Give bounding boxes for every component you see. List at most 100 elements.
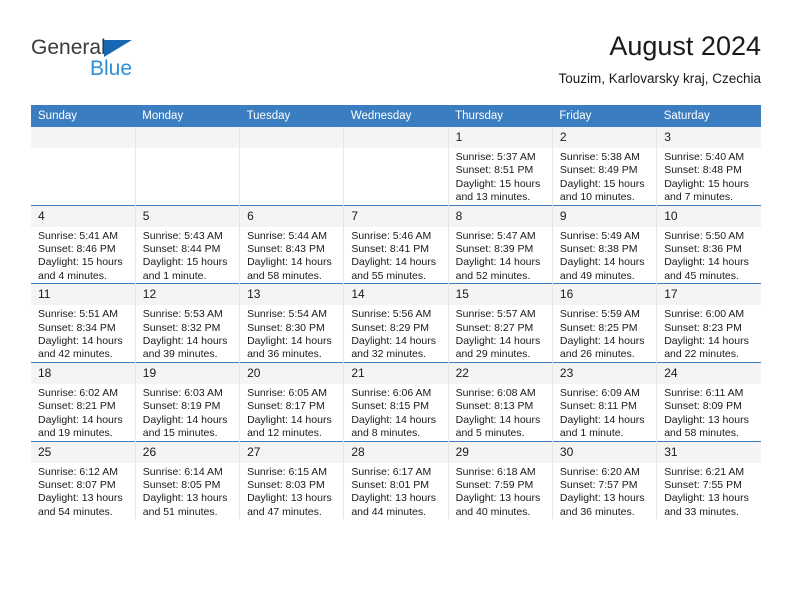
day-cell[interactable]: 18 Sunrise: 6:02 AM Sunset: 8:21 PM Dayl… [31, 361, 136, 441]
day-info: Sunrise: 6:03 AM Sunset: 8:19 PM Dayligh… [136, 384, 239, 441]
day-cell[interactable]: 6 Sunrise: 5:44 AM Sunset: 8:43 PM Dayli… [239, 204, 345, 284]
day-cell[interactable]: 8 Sunrise: 5:47 AM Sunset: 8:39 PM Dayli… [448, 204, 553, 284]
day-number: 26 [135, 441, 240, 463]
day-cell[interactable]: 24 Sunrise: 6:11 AM Sunset: 8:09 PM Dayl… [656, 361, 761, 441]
day-info: Sunrise: 6:20 AM Sunset: 7:57 PM Dayligh… [553, 463, 656, 520]
daylight-text: Daylight: 14 hours and 39 minutes. [142, 335, 228, 361]
day-number: 10 [657, 205, 761, 227]
page-title: August 2024 [609, 31, 761, 61]
day-cell[interactable]: 20 Sunrise: 6:05 AM Sunset: 8:17 PM Dayl… [239, 361, 345, 441]
sunset-text: Sunset: 8:01 PM [351, 478, 429, 491]
day-cell[interactable]: 5 Sunrise: 5:43 AM Sunset: 8:44 PM Dayli… [135, 204, 241, 284]
sunrise-text: Sunrise: 5:59 AM [559, 308, 640, 321]
day-cell[interactable]: 26 Sunrise: 6:14 AM Sunset: 8:05 PM Dayl… [135, 440, 241, 520]
day-info: Sunrise: 5:54 AM Sunset: 8:30 PM Dayligh… [240, 305, 343, 362]
day-cell[interactable]: 21 Sunrise: 6:06 AM Sunset: 8:15 PM Dayl… [343, 361, 449, 441]
daylight-text: Daylight: 14 hours and 52 minutes. [455, 256, 541, 282]
day-number: 9 [552, 205, 657, 227]
day-cell[interactable]: 15 Sunrise: 5:57 AM Sunset: 8:27 PM Dayl… [448, 283, 553, 363]
day-cell[interactable]: 7 Sunrise: 5:46 AM Sunset: 8:41 PM Dayli… [343, 204, 449, 284]
sunset-text: Sunset: 8:41 PM [351, 243, 429, 256]
day-number: 20 [240, 362, 344, 384]
sunset-text: Sunset: 8:51 PM [455, 164, 534, 177]
day-cell[interactable]: 27 Sunrise: 6:15 AM Sunset: 8:03 PM Dayl… [239, 440, 345, 520]
day-cell[interactable]: 30 Sunrise: 6:20 AM Sunset: 7:57 PM Dayl… [552, 440, 658, 520]
sunrise-text: Sunrise: 6:15 AM [247, 465, 328, 478]
day-cell[interactable]: 3 Sunrise: 5:40 AM Sunset: 8:48 PM Dayli… [656, 127, 761, 206]
sunset-text: Sunset: 8:13 PM [455, 400, 534, 413]
sunset-text: Sunset: 8:29 PM [351, 321, 429, 334]
weekday-header-thursday: Thursday [448, 105, 553, 127]
sunrise-text: Sunrise: 5:54 AM [247, 308, 328, 321]
daylight-text: Daylight: 14 hours and 55 minutes. [351, 256, 436, 282]
day-cell[interactable]: 25 Sunrise: 6:12 AM Sunset: 8:07 PM Dayl… [31, 440, 136, 520]
day-cell[interactable]: 10 Sunrise: 5:50 AM Sunset: 8:36 PM Dayl… [656, 204, 761, 284]
sunset-text: Sunset: 8:30 PM [247, 321, 325, 334]
logo-text-blue: Blue [90, 57, 133, 80]
day-cell[interactable]: 29 Sunrise: 6:18 AM Sunset: 7:59 PM Dayl… [448, 440, 553, 520]
day-cell[interactable]: 19 Sunrise: 6:03 AM Sunset: 8:19 PM Dayl… [135, 361, 241, 441]
day-info: Sunrise: 5:41 AM Sunset: 8:46 PM Dayligh… [31, 227, 135, 284]
daylight-text: Daylight: 13 hours and 47 minutes. [247, 492, 332, 518]
day-number: 1 [448, 127, 552, 148]
day-cell[interactable]: 2 Sunrise: 5:38 AM Sunset: 8:49 PM Dayli… [552, 127, 658, 206]
weekday-header-tuesday: Tuesday [239, 105, 344, 127]
day-number [31, 127, 135, 148]
day-number: 25 [31, 441, 135, 463]
general-blue-logo[interactable]: General Blue [31, 36, 161, 86]
daylight-text: Daylight: 13 hours and 44 minutes. [351, 492, 436, 518]
sunset-text: Sunset: 8:21 PM [38, 400, 116, 413]
daylight-text: Daylight: 14 hours and 49 minutes. [559, 256, 645, 282]
day-number: 16 [552, 284, 657, 306]
day-number: 17 [657, 284, 761, 306]
sunset-text: Sunset: 8:09 PM [664, 400, 742, 413]
daylight-text: Daylight: 14 hours and 29 minutes. [455, 335, 541, 361]
day-info: Sunrise: 5:51 AM Sunset: 8:34 PM Dayligh… [31, 305, 135, 362]
day-info: Sunrise: 6:06 AM Sunset: 8:15 PM Dayligh… [344, 384, 447, 441]
sunset-text: Sunset: 8:03 PM [247, 478, 325, 491]
sunrise-text: Sunrise: 6:06 AM [351, 386, 432, 399]
weekday-header-sunday: Sunday [31, 105, 136, 127]
day-cell[interactable]: 9 Sunrise: 5:49 AM Sunset: 8:38 PM Dayli… [552, 204, 658, 284]
daylight-text: Daylight: 15 hours and 4 minutes. [38, 256, 123, 282]
day-cell[interactable]: 14 Sunrise: 5:56 AM Sunset: 8:29 PM Dayl… [343, 283, 449, 363]
sunrise-text: Sunrise: 5:56 AM [351, 308, 432, 321]
day-cell[interactable]: 13 Sunrise: 5:54 AM Sunset: 8:30 PM Dayl… [239, 283, 345, 363]
sunset-text: Sunset: 8:46 PM [38, 243, 116, 256]
day-info: Sunrise: 5:43 AM Sunset: 8:44 PM Dayligh… [136, 227, 239, 284]
day-cell[interactable]: 22 Sunrise: 6:08 AM Sunset: 8:13 PM Dayl… [448, 361, 553, 441]
day-cell[interactable]: 31 Sunrise: 6:21 AM Sunset: 7:55 PM Dayl… [656, 440, 761, 520]
daylight-text: Daylight: 14 hours and 8 minutes. [351, 413, 436, 440]
calendar-header-row: Sunday Monday Tuesday Wednesday Thursday… [31, 105, 761, 127]
day-cell[interactable]: 11 Sunrise: 5:51 AM Sunset: 8:34 PM Dayl… [31, 283, 136, 363]
sunset-text: Sunset: 8:34 PM [38, 321, 116, 334]
day-cell[interactable]: 17 Sunrise: 6:00 AM Sunset: 8:23 PM Dayl… [656, 283, 761, 363]
day-cell[interactable]: 4 Sunrise: 5:41 AM Sunset: 8:46 PM Dayli… [31, 204, 136, 284]
sunrise-sunset-calendar: Sunday Monday Tuesday Wednesday Thursday… [31, 105, 761, 520]
daylight-text: Daylight: 14 hours and 42 minutes. [38, 335, 123, 361]
day-info: Sunrise: 6:11 AM Sunset: 8:09 PM Dayligh… [657, 384, 761, 441]
day-cell[interactable]: 12 Sunrise: 5:53 AM Sunset: 8:32 PM Dayl… [135, 283, 241, 363]
day-number: 19 [135, 362, 240, 384]
day-cell[interactable]: 28 Sunrise: 6:17 AM Sunset: 8:01 PM Dayl… [343, 440, 449, 520]
sunrise-text: Sunrise: 5:46 AM [351, 229, 432, 242]
day-cell[interactable]: 23 Sunrise: 6:09 AM Sunset: 8:11 PM Dayl… [552, 361, 658, 441]
day-cell[interactable]: 1 Sunrise: 5:37 AM Sunset: 8:51 PM Dayli… [448, 127, 553, 206]
daylight-text: Daylight: 14 hours and 22 minutes. [664, 335, 749, 361]
sunset-text: Sunset: 8:17 PM [247, 400, 325, 413]
daylight-text: Daylight: 13 hours and 51 minutes. [142, 492, 228, 518]
day-number: 28 [344, 441, 448, 463]
day-info: Sunrise: 5:50 AM Sunset: 8:36 PM Dayligh… [657, 227, 761, 284]
day-cell[interactable]: 16 Sunrise: 5:59 AM Sunset: 8:25 PM Dayl… [552, 283, 658, 363]
sunset-text: Sunset: 7:55 PM [664, 478, 742, 491]
day-info: Sunrise: 6:17 AM Sunset: 8:01 PM Dayligh… [344, 463, 447, 520]
daylight-text: Daylight: 14 hours and 45 minutes. [664, 256, 749, 282]
day-info: Sunrise: 5:59 AM Sunset: 8:25 PM Dayligh… [553, 305, 656, 362]
title-block: August 2024 Touzim, Karlovarsky kraj, Cz… [558, 30, 761, 88]
day-number: 8 [448, 205, 552, 227]
day-number: 12 [135, 284, 240, 306]
day-number: 24 [657, 362, 761, 384]
day-info: Sunrise: 5:46 AM Sunset: 8:41 PM Dayligh… [344, 227, 447, 284]
day-number: 15 [448, 284, 552, 306]
sunset-text: Sunset: 8:43 PM [247, 243, 325, 256]
